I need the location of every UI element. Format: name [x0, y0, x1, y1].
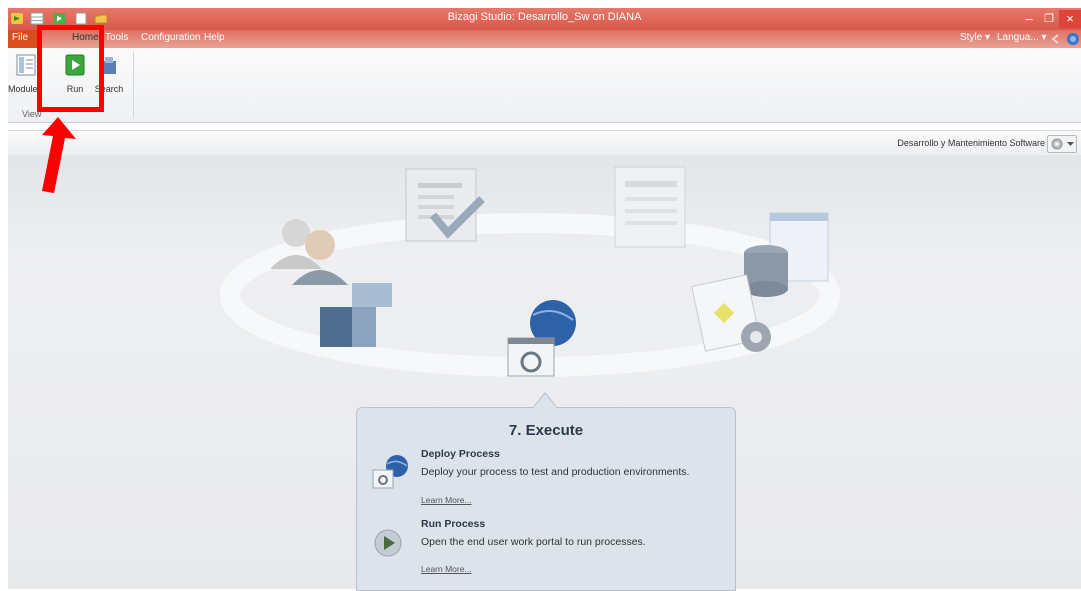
puzzle-step-icon: [320, 283, 392, 347]
menu-file[interactable]: File: [12, 32, 28, 43]
deploy-learn-more-link[interactable]: Learn More...: [421, 495, 472, 505]
step-title: 7. Execute: [508, 422, 584, 439]
checklist-step-icon: [405, 168, 485, 242]
title-bar: Bizagi Studio: Desarrollo_Sw on DIANA – …: [8, 8, 1081, 30]
ribbon-group-separator: [133, 52, 134, 118]
project-toolbar: Desarrollo y Mantenimiento Software: [8, 130, 1081, 156]
deploy-process-description: Deploy your process to test and producti…: [421, 466, 690, 478]
help-circle-icon[interactable]: [1066, 32, 1080, 46]
window-title: Bizagi Studio: Desarrollo_Sw on DIANA: [447, 11, 642, 23]
run-process-description: Open the end user work portal to run pro…: [421, 536, 646, 548]
project-settings-dropdown[interactable]: [1047, 135, 1077, 153]
form-step-icon: [614, 166, 686, 248]
language-dropdown[interactable]: Langua... ▾: [997, 32, 1047, 43]
ribbon: Modules Run Search View: [8, 48, 1081, 123]
modules-icon: [16, 54, 36, 76]
menu-configuration[interactable]: Configuration: [141, 32, 200, 43]
run-process-title[interactable]: Run Process: [421, 518, 485, 530]
deploy-process-icon[interactable]: [371, 454, 411, 490]
minimize-button[interactable]: –: [1021, 10, 1037, 28]
execute-callout: 7. Execute Deploy Process Deploy your pr…: [356, 407, 736, 591]
highlight-box: [37, 25, 104, 112]
project-name: Desarrollo y Mantenimiento Software: [897, 138, 1045, 148]
menu-bar: File Home Tools Configuration Help Style…: [8, 30, 1081, 48]
deploy-process-title[interactable]: Deploy Process: [421, 448, 500, 460]
restore-button[interactable]: ❐: [1041, 10, 1057, 28]
style-dropdown[interactable]: Style ▾: [960, 32, 990, 43]
chevron-down-icon: [1067, 142, 1074, 146]
callout-pointer-fill: [533, 394, 557, 408]
menu-tools[interactable]: Tools: [105, 32, 128, 43]
highlight-arrow-icon: [42, 117, 76, 193]
bizagi-studio-window: Bizagi Studio: Desarrollo_Sw on DIANA – …: [0, 0, 1081, 591]
menu-help[interactable]: Help: [204, 32, 225, 43]
run-process-icon[interactable]: [373, 528, 403, 558]
run-learn-more-link[interactable]: Learn More...: [421, 564, 472, 574]
gear-icon: [1051, 138, 1063, 150]
back-arrow-icon[interactable]: [1049, 32, 1063, 46]
close-button[interactable]: ×: [1059, 10, 1081, 28]
